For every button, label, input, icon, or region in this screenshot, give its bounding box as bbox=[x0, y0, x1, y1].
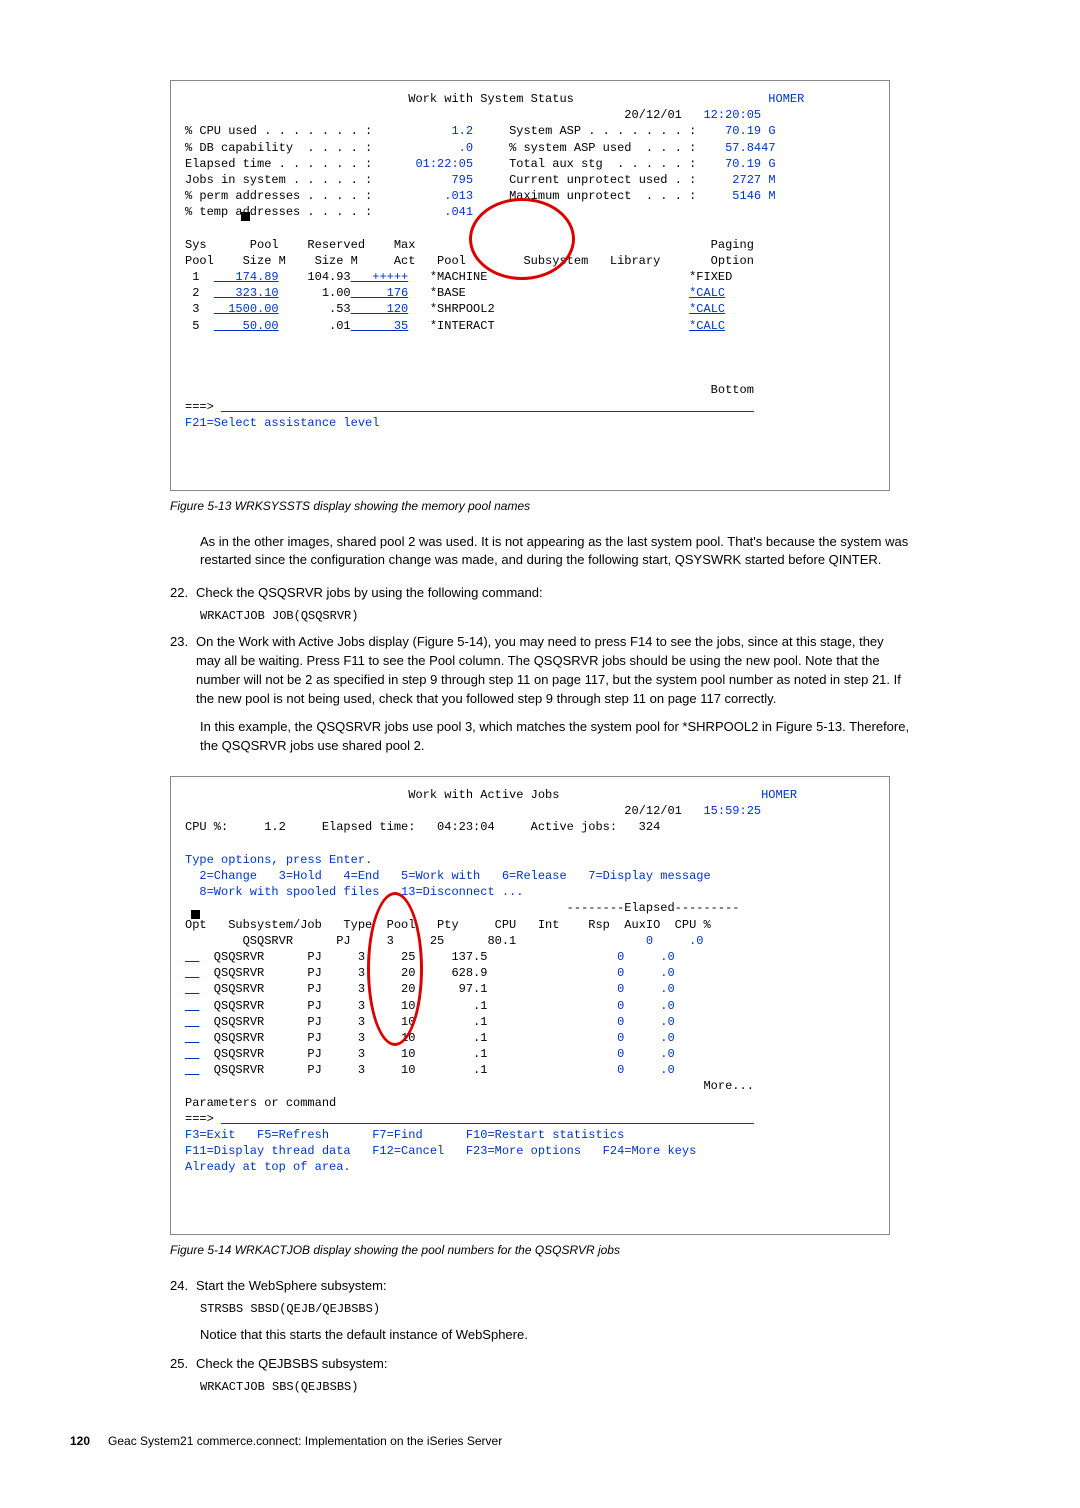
step-text: Start the WebSphere subsystem: bbox=[196, 1277, 906, 1296]
paragraph: In this example, the QSQSRVR jobs use po… bbox=[200, 718, 920, 756]
cursor-marker bbox=[241, 212, 250, 221]
command-wrkactjob-sbs: WRKACTJOB SBS(QEJBSBS) bbox=[200, 1380, 1010, 1394]
step-25: 25.Check the QEJBSBS subsystem: bbox=[170, 1355, 920, 1374]
step-number: 22. bbox=[170, 584, 196, 603]
highlight-oval-pool-names bbox=[469, 198, 575, 280]
step-text: Check the QEJBSBS subsystem: bbox=[196, 1355, 906, 1374]
cursor-marker bbox=[191, 910, 200, 919]
step-text: Check the QSQSRVR jobs by using the foll… bbox=[196, 584, 906, 603]
step-number: 24. bbox=[170, 1277, 196, 1296]
step-24: 24.Start the WebSphere subsystem: bbox=[170, 1277, 920, 1296]
command-wrkactjob-qsqsrvr: WRKACTJOB JOB(QSQSRVR) bbox=[200, 609, 1010, 623]
figure-caption-5-14: Figure 5-14 WRKACTJOB display showing th… bbox=[170, 1243, 1010, 1257]
page-number: 120 bbox=[70, 1434, 90, 1448]
step-23: 23.On the Work with Active Jobs display … bbox=[170, 633, 920, 708]
highlight-oval-pool-column bbox=[367, 892, 423, 1046]
step-number: 25. bbox=[170, 1355, 196, 1374]
wrksyssts-display: Work with System Status HOMER 20/12/01 1… bbox=[170, 80, 890, 491]
figure-caption-5-13: Figure 5-13 WRKSYSSTS display showing th… bbox=[170, 499, 1010, 513]
page-footer: 120 Geac System21 commerce.connect: Imple… bbox=[70, 1434, 1010, 1448]
step-22: 22.Check the QSQSRVR jobs by using the f… bbox=[170, 584, 920, 603]
step-text: On the Work with Active Jobs display (Fi… bbox=[196, 633, 906, 708]
command-strsbs: STRSBS SBSD(QEJB/QEJBSBS) bbox=[200, 1302, 1010, 1316]
paragraph: As in the other images, shared pool 2 wa… bbox=[200, 533, 920, 571]
step-number: 23. bbox=[170, 633, 196, 652]
wrkactjob-display: Work with Active Jobs HOMER 20/12/01 15:… bbox=[170, 776, 890, 1235]
paragraph: Notice that this starts the default inst… bbox=[200, 1326, 920, 1345]
footer-title: Geac System21 commerce.connect: Implemen… bbox=[108, 1434, 502, 1448]
